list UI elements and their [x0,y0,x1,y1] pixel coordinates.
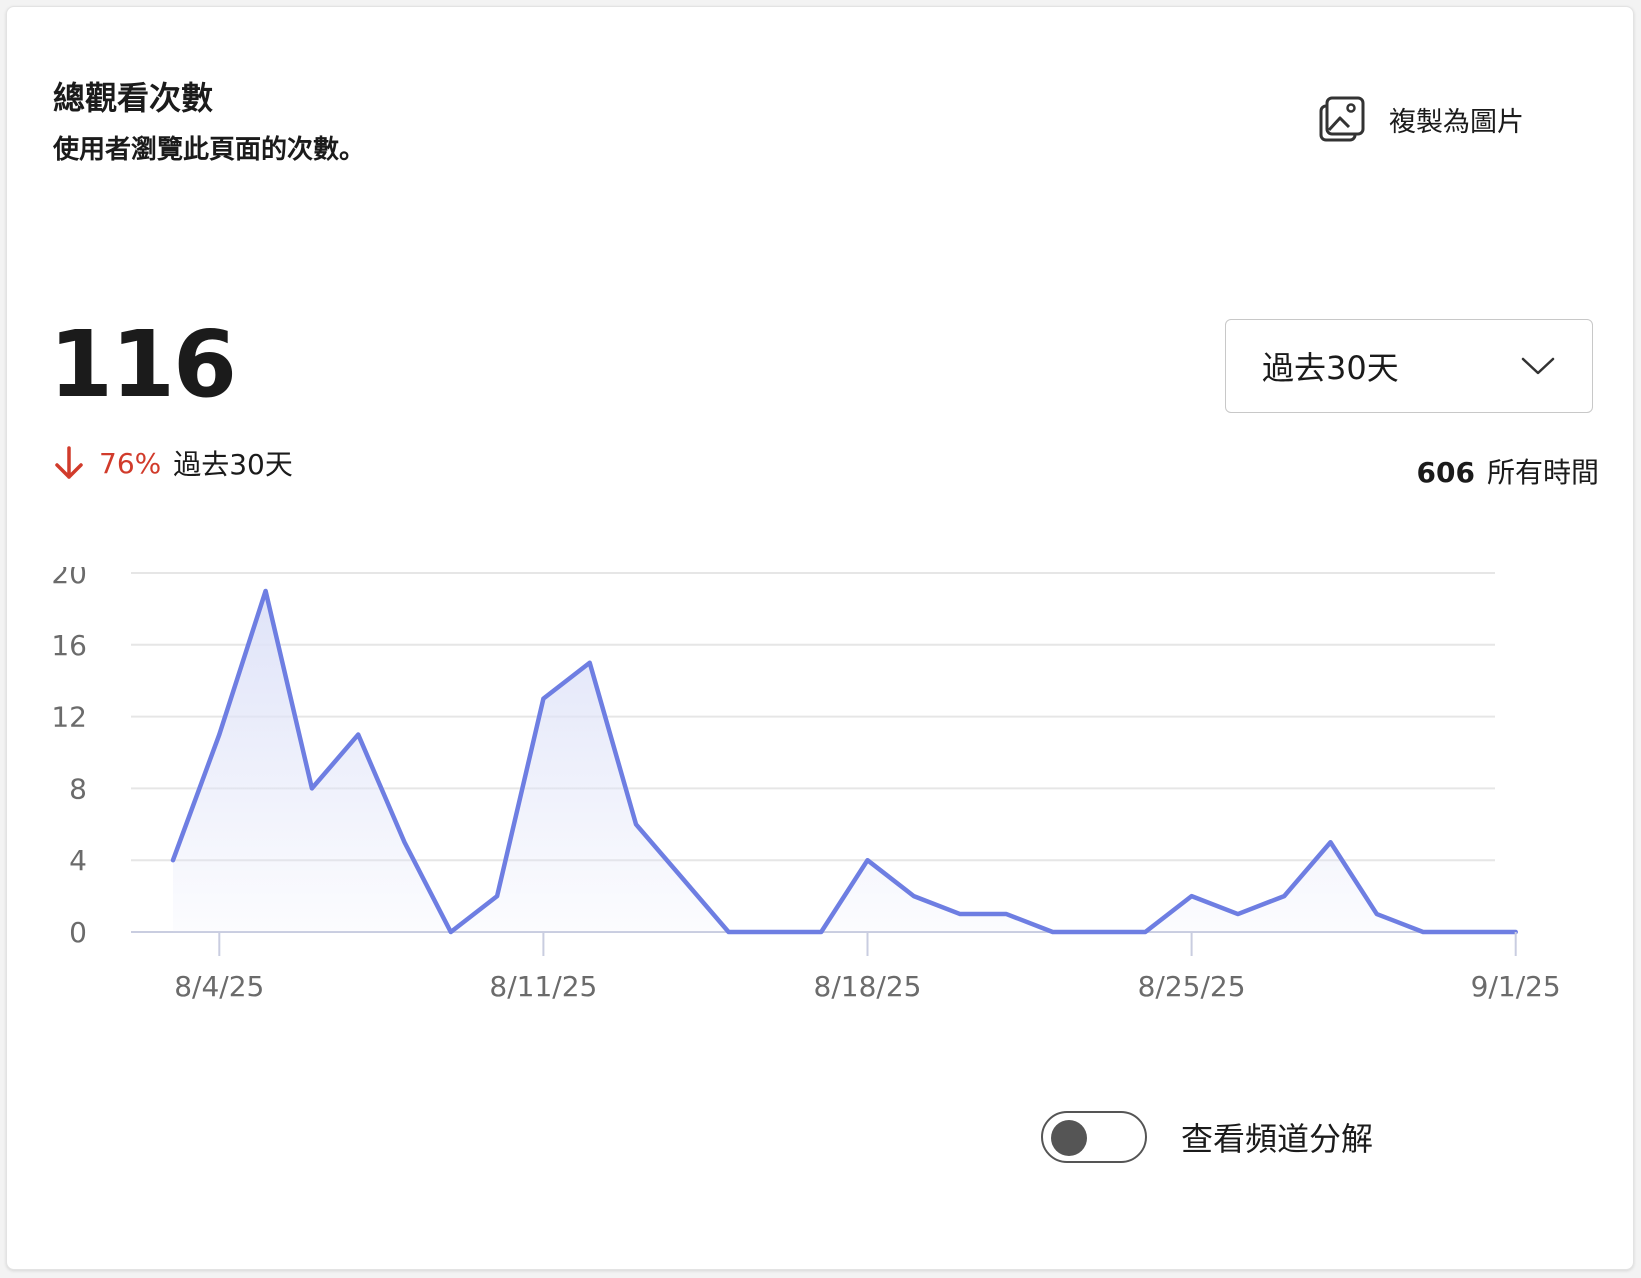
data-point[interactable] [1417,926,1429,938]
channel-breakdown-toggle[interactable] [1041,1111,1147,1163]
alltime-views: 606 所有時間 [1417,451,1599,491]
data-point[interactable] [1232,908,1244,920]
data-point[interactable] [445,926,457,938]
data-point[interactable] [1047,926,1059,938]
data-point[interactable] [584,657,596,669]
y-tick-label: 8 [69,772,87,805]
y-tick-label: 20 [51,567,87,590]
data-point[interactable] [862,854,874,866]
data-point[interactable] [1371,908,1383,920]
data-point[interactable] [1186,890,1198,902]
data-point[interactable] [815,926,827,938]
data-point[interactable] [260,585,272,597]
image-icon [1319,96,1365,142]
total-views-value: 116 [49,311,237,418]
data-point[interactable] [352,729,364,741]
data-point[interactable] [1463,926,1475,938]
data-point[interactable] [723,926,735,938]
card-subtitle: 使用者瀏覽此頁面的次數。 [53,135,366,165]
x-tick-label: 8/11/25 [489,970,597,1003]
data-point[interactable] [537,693,549,705]
channel-breakdown-toggle-row: 查看頻道分解 [1041,1111,1373,1163]
period-dropdown[interactable]: 過去30天 [1225,319,1593,413]
data-point[interactable] [1278,890,1290,902]
copy-as-image-button[interactable]: 複製為圖片 [1317,91,1524,147]
card-title: 總觀看次數 [53,79,214,117]
y-tick-label: 4 [69,844,87,877]
data-point[interactable] [306,782,318,794]
y-tick-label: 16 [51,629,87,662]
channel-breakdown-label: 查看頻道分解 [1181,1120,1374,1158]
change-percentage: 76% [99,446,162,480]
y-tick-label: 0 [69,916,87,949]
views-chart: 0 4 8 12 16 20 8/4/25 8/11/25 8/18/25 8/25/25 9/1/… [51,567,1561,1003]
series-area [173,590,1516,932]
copy-as-image-label: 複製為圖片 [1389,106,1524,138]
change-indicator: 76% 過去30天 [53,443,293,483]
data-point[interactable] [630,818,642,830]
period-dropdown-value: 過去30天 [1262,349,1399,387]
data-point[interactable] [954,908,966,920]
toggle-knob [1051,1120,1087,1156]
data-point[interactable] [676,872,688,884]
data-point[interactable] [908,890,920,902]
data-point[interactable] [769,926,781,938]
x-tick-label: 8/18/25 [814,970,922,1003]
y-tick-label: 12 [51,701,87,734]
x-tick-label: 8/25/25 [1138,970,1246,1003]
arrow-down-icon [55,446,83,479]
change-period: 過去30天 [173,448,293,481]
views-card: 總觀看次數 使用者瀏覽此頁面的次數。 複製為圖片 116 76% 過去30天 過… [6,6,1634,1270]
data-point[interactable] [167,854,179,866]
data-point[interactable] [399,836,411,848]
data-point[interactable] [213,729,225,741]
data-point[interactable] [1325,836,1337,848]
data-point[interactable] [1139,926,1151,938]
data-point[interactable] [1093,926,1105,938]
alltime-value: 606 [1416,456,1475,489]
chevron-down-icon [1521,357,1555,375]
x-tick-label: 9/1/25 [1471,970,1561,1003]
x-tick-label: 8/4/25 [174,970,264,1003]
data-point[interactable] [1000,908,1012,920]
data-point[interactable] [491,890,503,902]
alltime-label: 所有時間 [1486,456,1599,489]
